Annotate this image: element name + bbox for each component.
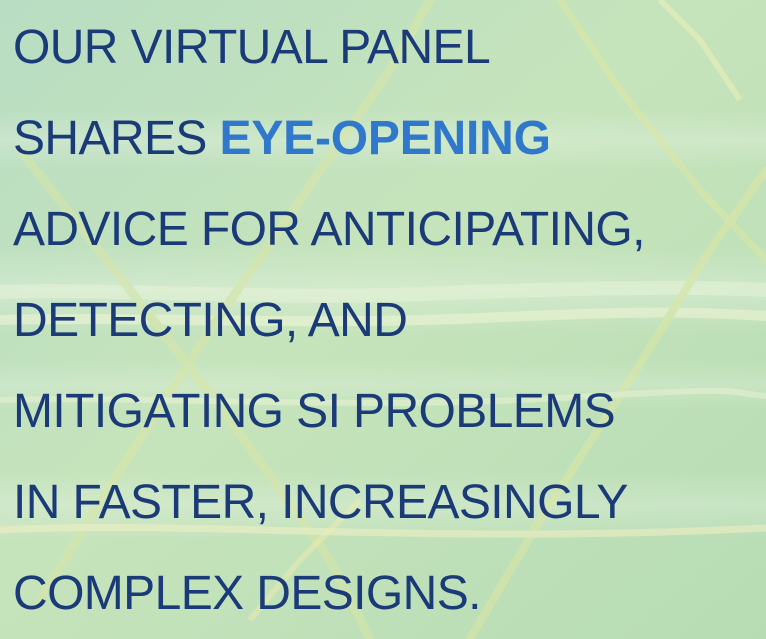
headline-line-2-prefix: SHARES <box>13 112 220 165</box>
headline-line-1: OUR VIRTUAL PANEL <box>13 21 491 74</box>
headline-line-6: IN FASTER, INCREASINGLY <box>13 476 628 529</box>
headline-line-5: MITIGATING SI PROBLEMS <box>13 385 616 438</box>
headline: OUR VIRTUAL PANEL SHARES EYE-OPENING ADV… <box>13 8 763 639</box>
headline-line-7: COMPLEX DESIGNS. <box>13 567 481 620</box>
headline-line-4: DETECTING, AND <box>13 294 408 347</box>
headline-line-2: SHARES EYE-OPENING <box>13 99 763 190</box>
headline-line-3: ADVICE FOR ANTICIPATING, <box>13 203 645 256</box>
headline-highlight: EYE-OPENING <box>219 112 551 165</box>
